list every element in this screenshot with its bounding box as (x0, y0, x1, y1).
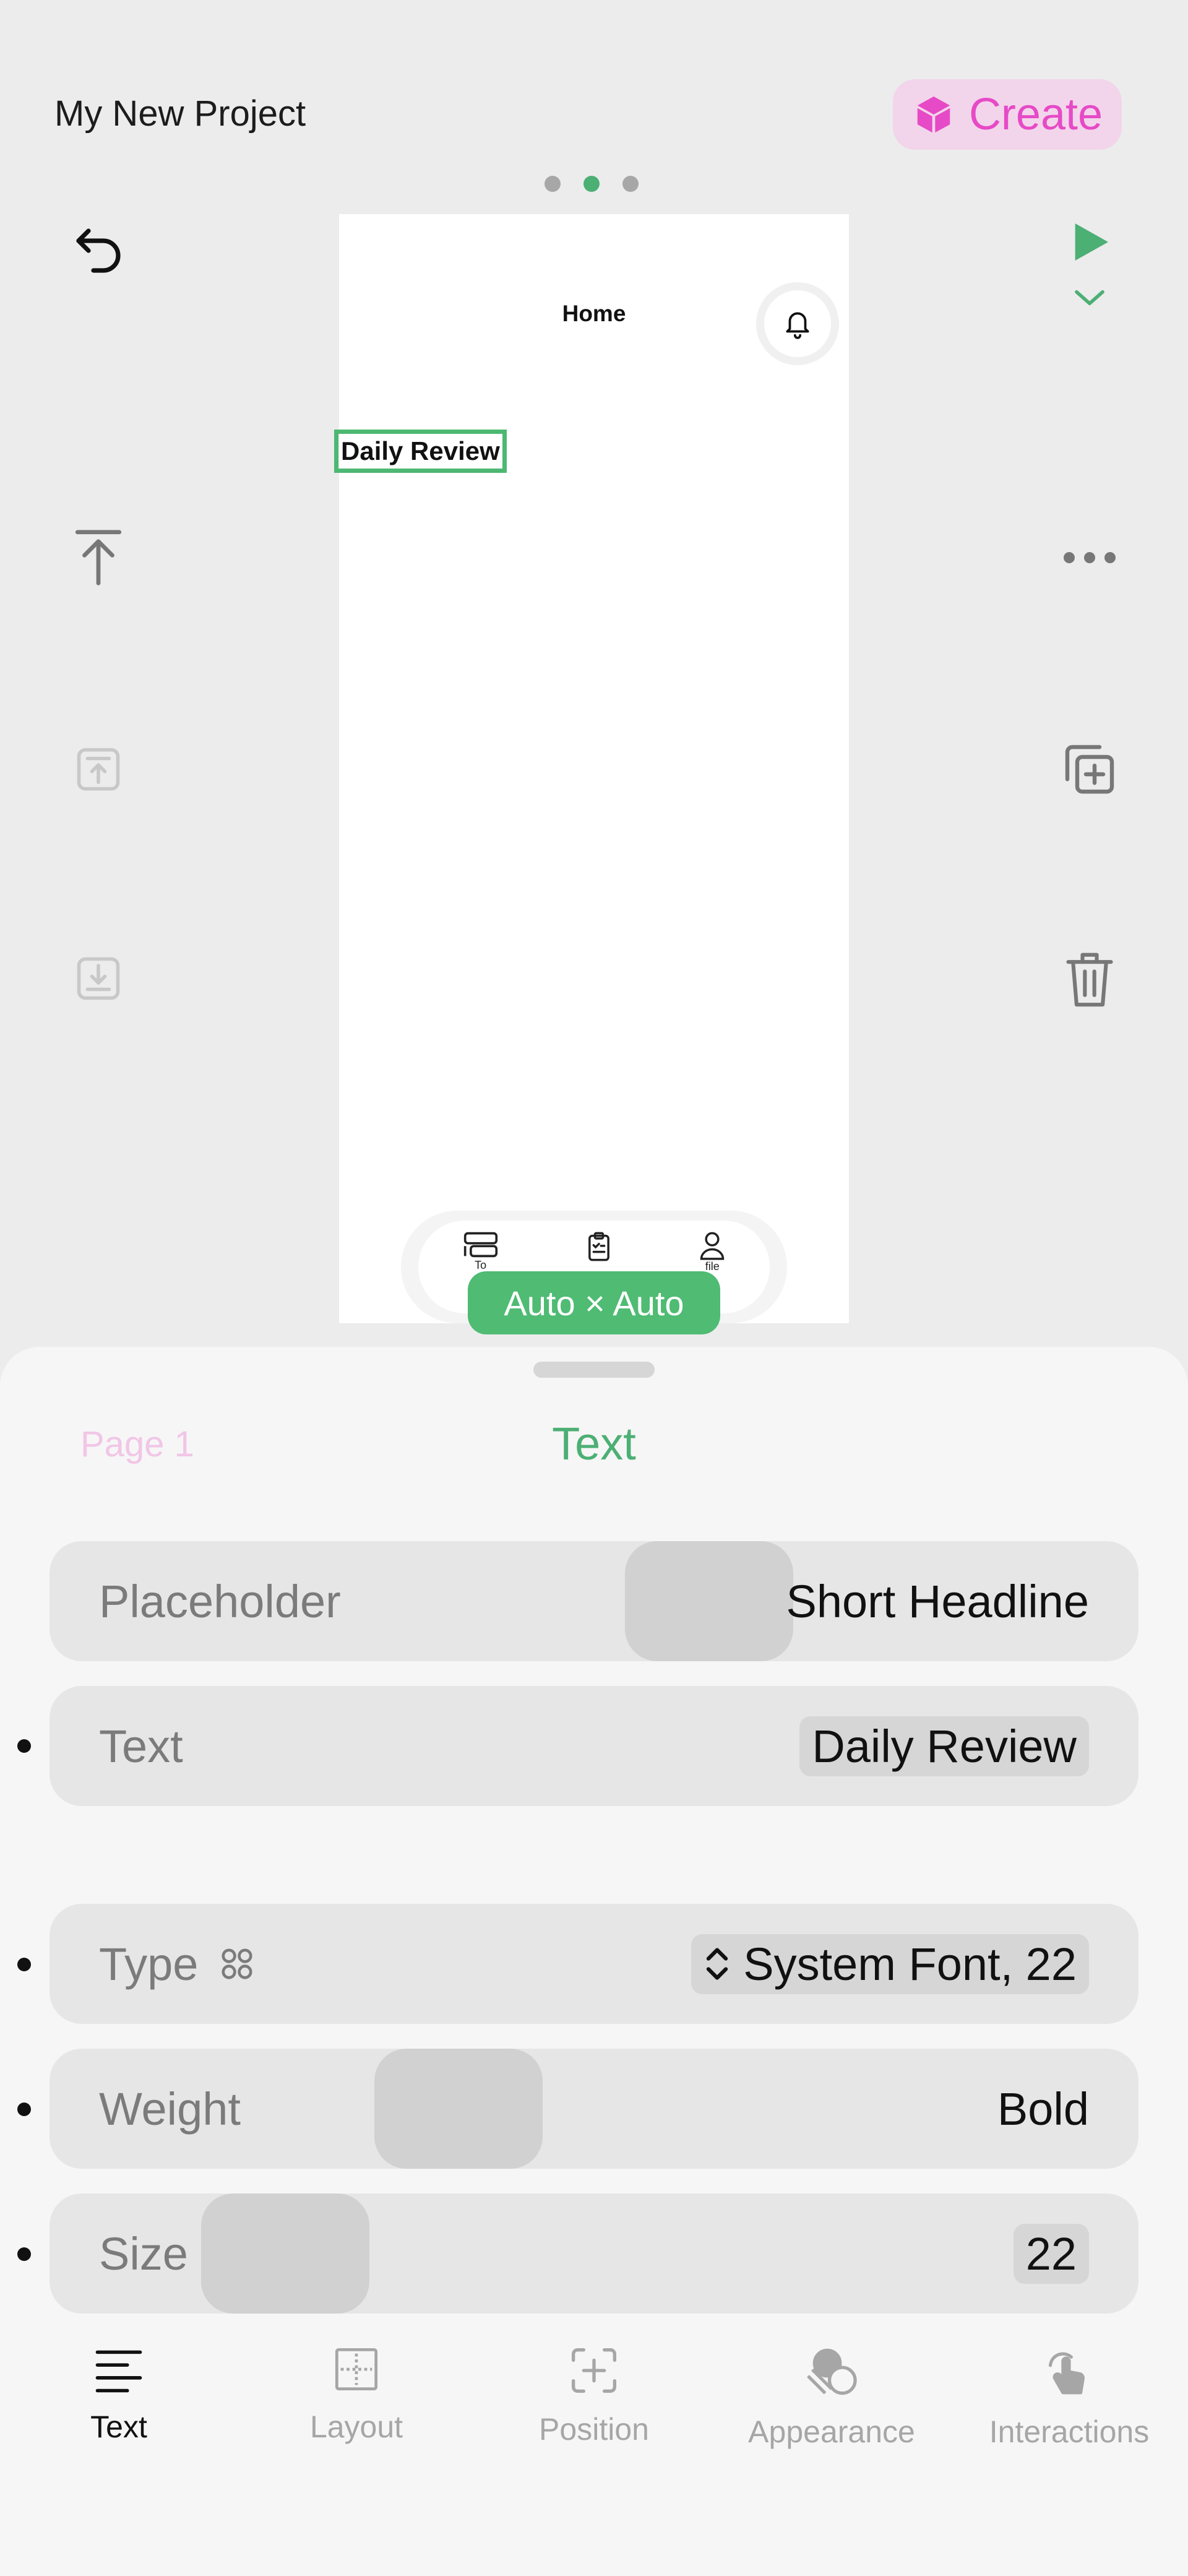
notification-button[interactable] (756, 282, 839, 365)
create-button[interactable]: Create (893, 79, 1122, 150)
text-row[interactable]: Text Daily Review (50, 1686, 1138, 1806)
send-backward-icon (77, 957, 120, 1000)
weight-value[interactable]: Bold (997, 2083, 1089, 2135)
play-options-button[interactable] (1068, 282, 1111, 313)
tab-interactions[interactable]: Interactions (950, 2346, 1188, 2450)
duplicate-button[interactable] (1056, 735, 1124, 803)
tab-layout-label: Layout (309, 2410, 403, 2444)
text-value-field[interactable]: Daily Review (799, 1716, 1089, 1776)
more-dots-icon (1064, 552, 1116, 563)
tab-bar-label: file (705, 1260, 720, 1273)
text-label: Text (99, 1720, 183, 1772)
bring-to-top-button[interactable] (64, 524, 132, 592)
person-icon (700, 1232, 725, 1260)
undo-icon (76, 228, 121, 273)
page-dot[interactable] (622, 176, 639, 192)
type-label: Type (99, 1938, 199, 1990)
size-indicator[interactable]: Auto × Auto (468, 1271, 720, 1334)
size-label: Size (99, 2228, 188, 2280)
move-forward-button[interactable] (64, 735, 132, 803)
row-bullet (17, 1739, 31, 1753)
tab-text[interactable]: Text (0, 2346, 238, 2445)
row-press-highlight (374, 2049, 543, 2169)
tab-appearance[interactable]: Appearance (713, 2346, 950, 2450)
move-backward-button[interactable] (64, 944, 132, 1013)
component-icon (222, 1948, 252, 1979)
create-label: Create (968, 90, 1103, 139)
tab-position[interactable]: Position (475, 2346, 713, 2447)
weight-row[interactable]: Weight Bold (50, 2049, 1138, 2169)
page-indicator[interactable] (544, 176, 639, 192)
size-value-field[interactable]: 22 (1013, 2223, 1089, 2284)
font-picker[interactable]: System Font, 22 (691, 1934, 1089, 1994)
type-label-group: Type (99, 1938, 256, 1990)
tab-interactions-label: Interactions (989, 2414, 1150, 2449)
row-bullet (17, 2247, 31, 2261)
position-icon (572, 2348, 616, 2393)
sheet-title: Text (552, 1418, 636, 1469)
cube-icon (917, 96, 950, 133)
trash-icon (1066, 953, 1113, 1007)
bell-icon (786, 312, 809, 339)
tab-bar-item[interactable] (587, 1230, 611, 1263)
arrow-to-top-icon (75, 530, 122, 586)
tab-text-label: Text (90, 2410, 147, 2444)
duplicate-icon (1065, 745, 1114, 794)
row-press-highlight (625, 1541, 793, 1661)
tab-bar-item[interactable]: To (462, 1230, 499, 1272)
clipboard-icon (588, 1232, 609, 1261)
page-dot-active[interactable] (583, 176, 600, 192)
type-row[interactable]: Type System Font, 22 (50, 1904, 1138, 2024)
project-title[interactable]: My New Project (54, 93, 306, 134)
tab-position-label: Position (539, 2412, 649, 2447)
row-bullet (17, 1958, 31, 1971)
chevron-down-icon (1075, 290, 1104, 306)
page-dot[interactable] (544, 176, 561, 192)
placeholder-label: Placeholder (99, 1575, 341, 1627)
layout-icon (335, 2348, 378, 2391)
appearance-icon (807, 2348, 857, 2395)
list-icon (463, 1232, 497, 1258)
weight-label: Weight (99, 2083, 241, 2135)
tab-bar-label: To (475, 1259, 487, 1271)
bring-forward-icon (77, 748, 120, 791)
selected-text-element[interactable]: Daily Review (334, 430, 507, 473)
tap-hand-icon (1049, 2352, 1085, 2395)
more-button[interactable] (1056, 524, 1124, 592)
row-bullet (17, 2103, 31, 2116)
sheet-grabber[interactable] (533, 1362, 655, 1378)
play-icon (1075, 223, 1108, 261)
text-align-icon (95, 2350, 142, 2393)
tab-appearance-label: Appearance (748, 2414, 915, 2449)
tab-layout[interactable]: Layout (238, 2346, 475, 2445)
delete-button[interactable] (1056, 944, 1124, 1013)
placeholder-row[interactable]: Placeholder Short Headline (50, 1541, 1138, 1661)
placeholder-value[interactable]: Short Headline (786, 1575, 1089, 1628)
play-button[interactable] (1056, 208, 1124, 276)
row-press-highlight (201, 2193, 369, 2314)
chevron-up-down-icon (707, 1948, 728, 1980)
tab-bar-item[interactable]: file (699, 1230, 726, 1273)
font-value: System Font, 22 (743, 1938, 1077, 1990)
size-row[interactable]: Size 22 (50, 2193, 1138, 2314)
undo-button[interactable] (64, 217, 132, 285)
canvas-screen[interactable]: Home Daily Review To file (334, 214, 849, 1323)
